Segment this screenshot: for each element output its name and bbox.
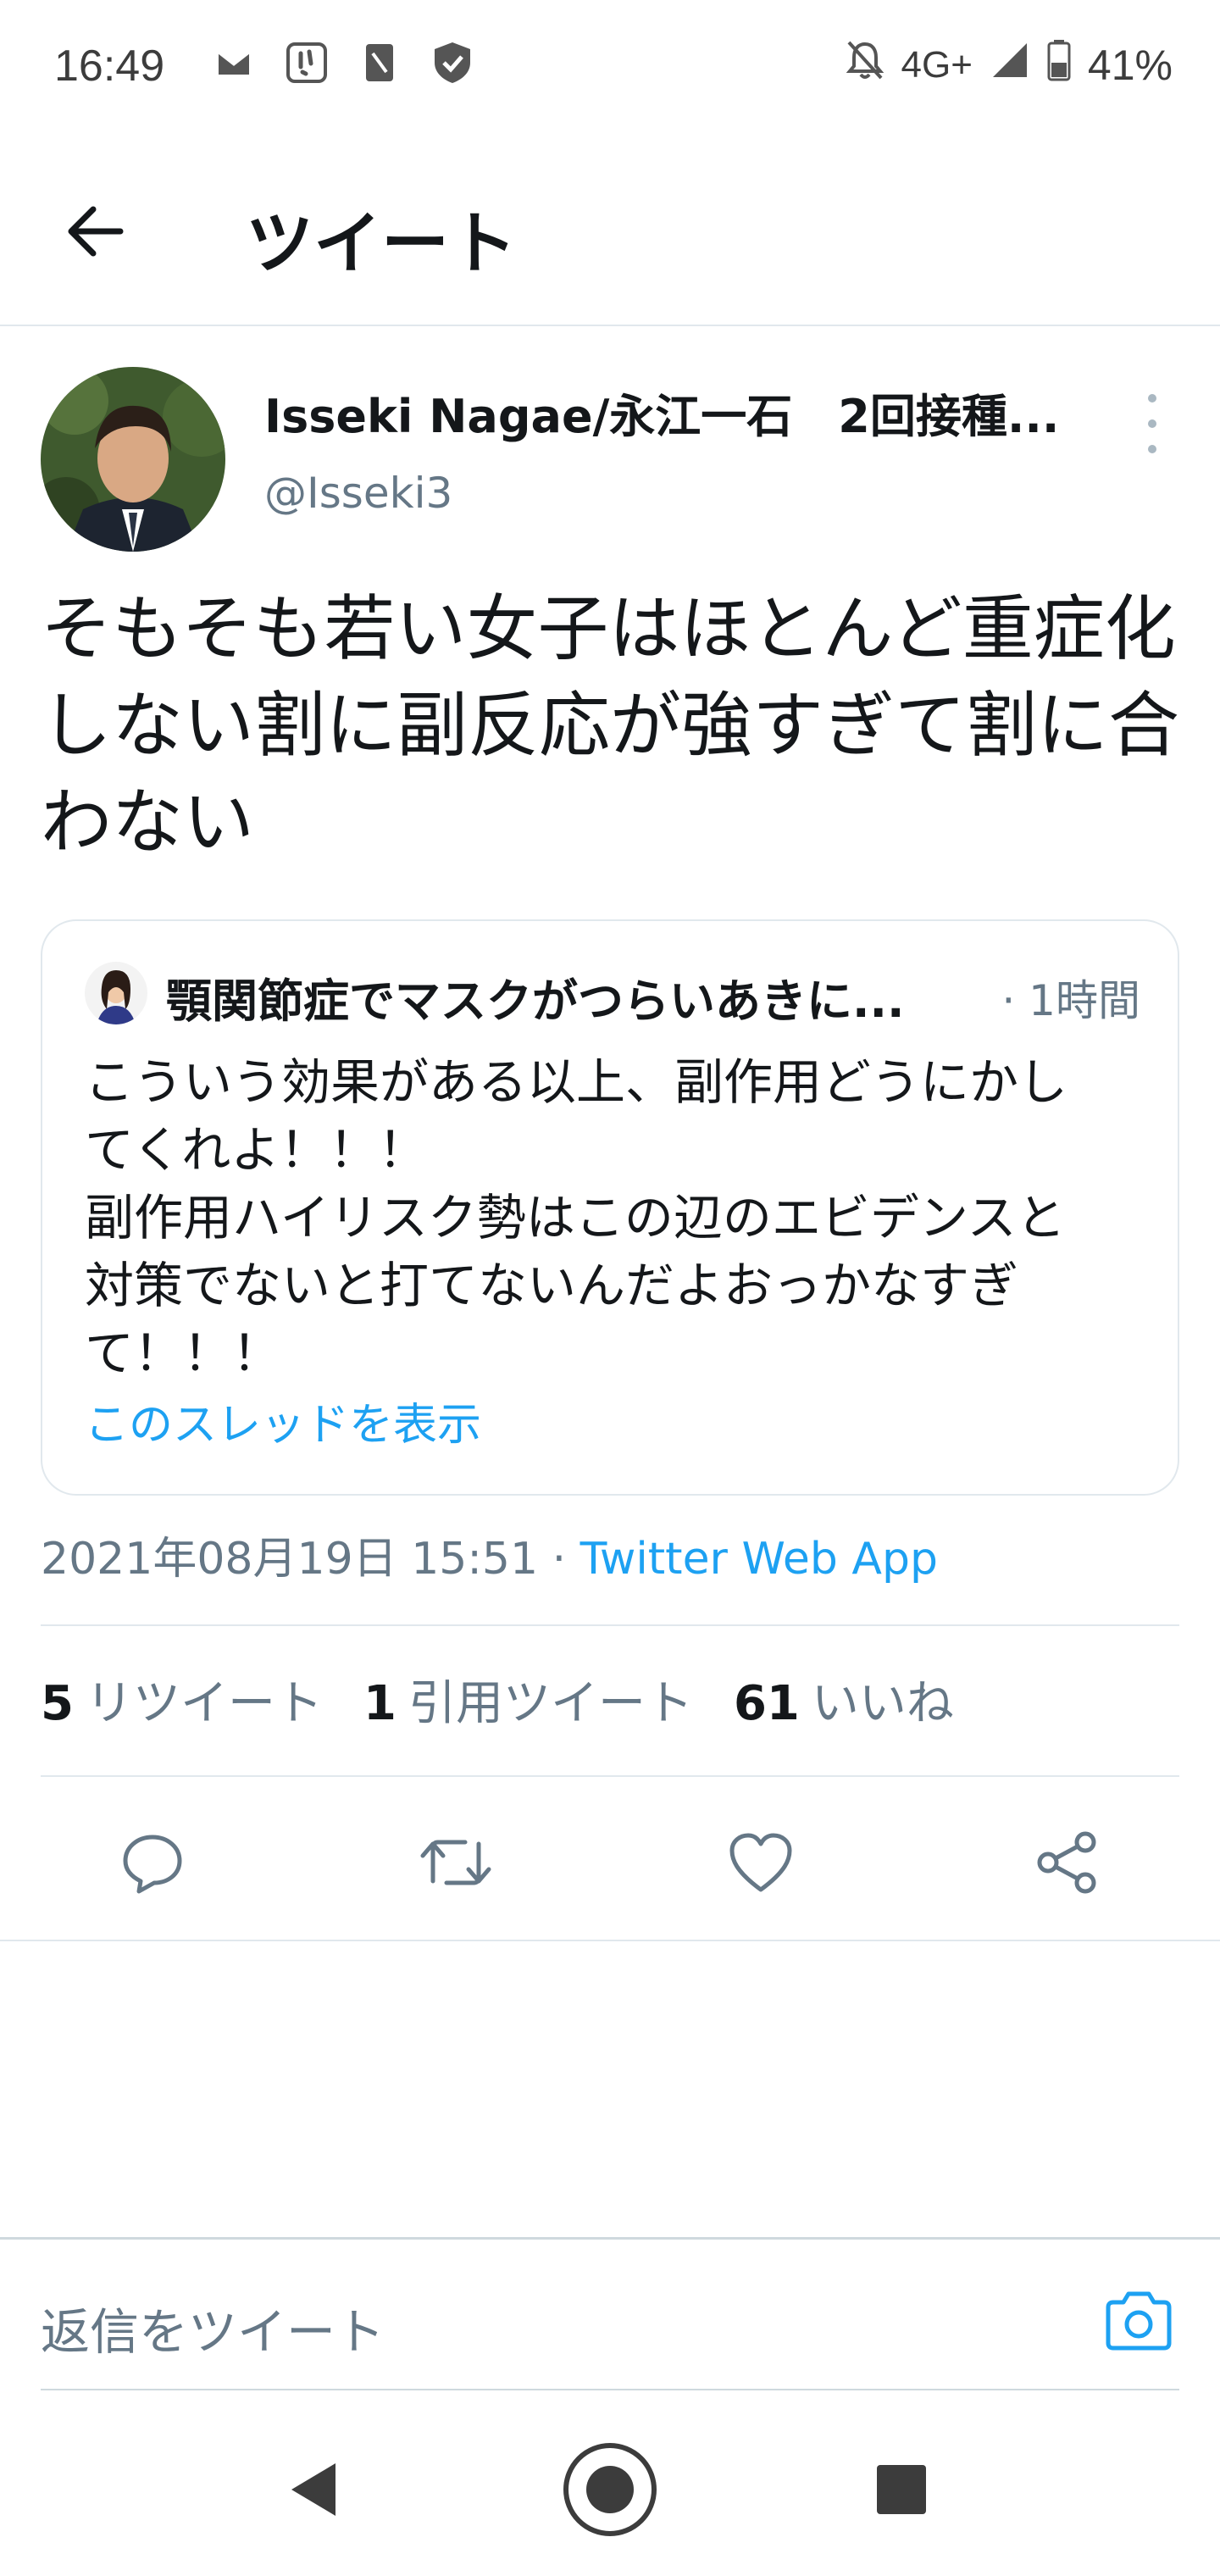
camera-icon xyxy=(1103,2289,1174,2357)
share-icon xyxy=(1033,1829,1101,1900)
battery-percent: 41% xyxy=(1087,42,1173,89)
notification-icons xyxy=(212,41,474,85)
quoted-text: こういう効果がある以上、副作用どうにかし てくれよ！！！ 副作用ハイリスク勢はこ… xyxy=(85,1048,1144,1387)
status-time: 16:49 xyxy=(54,42,165,91)
retweets-stat[interactable]: 5 リツイート xyxy=(41,1665,323,1734)
signal-icon xyxy=(990,40,1030,91)
battery-icon xyxy=(1047,39,1071,92)
tweet-text: そもそも若い女子はほとんど重症化しない割に副反応が強すぎて割に合わない xyxy=(41,587,1180,863)
nav-back-button[interactable] xyxy=(263,2440,364,2542)
quotes-label: 引用ツイート xyxy=(408,1676,693,1731)
system-nav-bar xyxy=(0,2407,1220,2576)
show-thread-link[interactable]: このスレッドを表示 xyxy=(85,1389,481,1452)
retweets-label: リツイート xyxy=(85,1676,323,1731)
status-bar: 16:49 4G+ 41% xyxy=(0,0,1220,140)
quoted-tweet[interactable]: 顎関節症でマスクがつらいあきに... · 1時間 こういう効果がある以上、副作用… xyxy=(41,919,1179,1496)
tweet-timestamp: 2021年08月19日 15:51 · xyxy=(41,1534,580,1585)
likes-label: いいね xyxy=(811,1676,954,1731)
quoted-avatar xyxy=(85,962,147,1024)
triangle-back-icon xyxy=(288,2460,339,2523)
tweet-stats: 5 リツイート 1 引用ツイート 61 いいね xyxy=(41,1665,954,1734)
tweet-meta: 2021年08月19日 15:51 · Twitter Web App xyxy=(41,1523,938,1586)
sim-icon xyxy=(358,41,402,85)
more-dot xyxy=(1148,445,1156,453)
more-dot xyxy=(1148,394,1156,402)
quoted-time: · 1時間 xyxy=(1001,976,1140,1025)
reply-icon xyxy=(119,1829,186,1900)
author-name[interactable]: Isseki Nagae/永江一石 2回接種... xyxy=(264,379,1078,446)
retweets-count: 5 xyxy=(41,1676,74,1731)
arrow-left-icon xyxy=(64,204,125,262)
quoted-text-line: 対策でないと打てないんだよおっかなすぎ xyxy=(85,1257,1019,1314)
quoted-text-line: て！！！ xyxy=(85,1324,282,1382)
home-circle-icon xyxy=(561,2440,659,2542)
tweet-source-link[interactable]: Twitter Web App xyxy=(580,1534,938,1585)
retweet-button[interactable] xyxy=(418,1826,494,1902)
share-button[interactable] xyxy=(1029,1826,1105,1902)
back-button[interactable] xyxy=(59,197,130,269)
retweet-icon xyxy=(418,1829,494,1900)
bell-off-icon xyxy=(846,39,884,92)
quoted-text-line: こういう効果がある以上、副作用どうにかし xyxy=(85,1053,1068,1111)
shield-icon xyxy=(430,41,474,85)
more-dot xyxy=(1148,419,1156,428)
page-title: ツイート xyxy=(246,204,517,283)
quotes-stat[interactable]: 1 引用ツイート xyxy=(363,1665,693,1734)
like-button[interactable] xyxy=(723,1826,799,1902)
divider xyxy=(0,1940,1220,1941)
author-handle[interactable]: @Isseki3 xyxy=(264,469,452,518)
network-type: 4G+ xyxy=(901,44,973,86)
tweet-actions xyxy=(0,1801,1220,1919)
mail-icon xyxy=(212,41,256,85)
divider xyxy=(41,1775,1179,1777)
nav-home-button[interactable] xyxy=(559,2440,661,2542)
reply-bar: 返信をツイート xyxy=(0,2237,1220,2390)
quoted-author-name: 顎関節症でマスクがつらいあきに... xyxy=(166,974,905,1028)
divider xyxy=(41,1624,1179,1626)
app-bar: ツイート xyxy=(0,140,1220,326)
quotes-count: 1 xyxy=(363,1676,396,1731)
square-recents-icon xyxy=(875,2463,928,2519)
app-icon xyxy=(285,41,329,85)
likes-stat[interactable]: 61 いいね xyxy=(734,1665,954,1734)
nav-recents-button[interactable] xyxy=(851,2440,952,2542)
quoted-text-line: 副作用ハイリスク勢はこの辺のエビデンスと xyxy=(85,1189,1066,1246)
camera-button[interactable] xyxy=(1101,2289,1176,2357)
heart-icon xyxy=(727,1830,795,1898)
likes-count: 61 xyxy=(733,1676,800,1731)
system-status: 4G+ 41% xyxy=(846,39,1173,92)
reply-input[interactable]: 返信をツイート xyxy=(41,2292,385,2363)
quoted-text-line: てくれよ！！！ xyxy=(85,1121,428,1179)
avatar[interactable] xyxy=(41,367,225,552)
reply-button[interactable] xyxy=(114,1826,191,1902)
reply-underline xyxy=(41,2389,1179,2390)
more-options-button[interactable] xyxy=(1135,394,1169,453)
